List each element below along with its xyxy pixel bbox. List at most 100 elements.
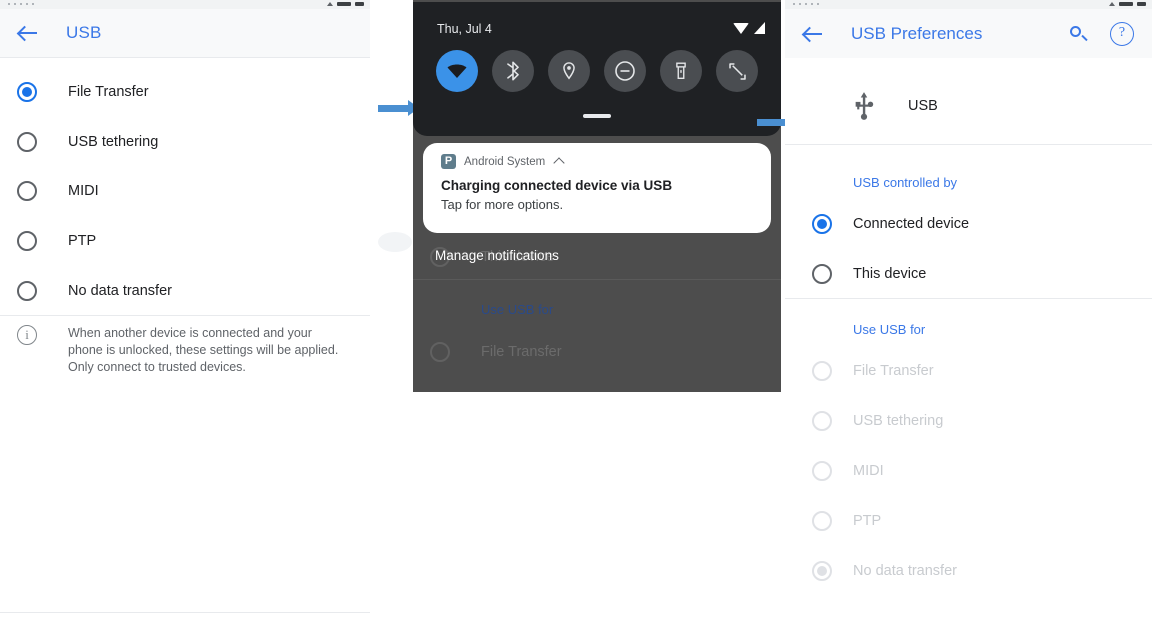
arrow-shaft — [757, 118, 787, 126]
signal-triangle-icon — [327, 2, 333, 6]
usb-device-label: USB — [908, 98, 938, 114]
battery-icon — [337, 2, 351, 6]
radio-button[interactable] — [812, 264, 832, 284]
quick-settings-tiles — [413, 50, 781, 92]
radio-button[interactable] — [17, 231, 37, 251]
usb-icon — [855, 92, 874, 120]
bluetooth-icon — [507, 61, 519, 81]
row-usb-tethering: USB tethering — [785, 396, 1152, 446]
arrow-shaft — [378, 104, 408, 112]
radio-button — [812, 511, 832, 531]
chevron-up-icon[interactable] — [553, 157, 565, 169]
flashlight-tile[interactable] — [660, 50, 702, 92]
page-title: USB Preferences — [851, 23, 983, 43]
row-ptp: PTP — [785, 496, 1152, 546]
wifi-icon — [1137, 2, 1146, 6]
back-arrow-icon[interactable] — [16, 21, 40, 45]
radio-button[interactable] — [17, 281, 37, 301]
radio-button — [430, 342, 450, 362]
divider — [0, 612, 370, 613]
row-no-data-transfer: No data transfer — [785, 546, 1152, 596]
radio-button — [812, 361, 832, 381]
radio-button[interactable] — [812, 214, 832, 234]
row-connected-device[interactable]: Connected device — [785, 199, 1152, 249]
dimmed-row-file-transfer: File Transfer — [413, 327, 781, 377]
dnd-tile[interactable] — [604, 50, 646, 92]
quick-settings-shade: Thu, Jul 4 — [413, 2, 781, 136]
autorotate-tile[interactable] — [716, 50, 758, 92]
radio-row-midi[interactable]: MIDI — [0, 166, 370, 216]
radio-button[interactable] — [17, 181, 37, 201]
panel-usb-settings: USB File Transfer USB tethering MIDI PTP… — [0, 0, 370, 627]
cellular-signal-icon — [754, 22, 765, 34]
notification-title: Charging connected device via USB — [441, 178, 673, 193]
flashlight-icon — [676, 62, 686, 80]
radio-label: PTP — [68, 233, 97, 249]
location-pin-icon — [563, 62, 575, 80]
radio-label: This device — [853, 266, 927, 282]
back-arrow-icon[interactable] — [801, 22, 825, 46]
manage-notifications-button[interactable]: Manage notifications — [435, 248, 559, 263]
radio-label: File Transfer — [68, 84, 149, 100]
radio-row-usb-tethering[interactable]: USB tethering — [0, 117, 370, 167]
info-icon: i — [17, 325, 37, 345]
divider — [785, 144, 1152, 145]
wifi-icon — [733, 22, 749, 34]
section-heading-use-usb-for: Use USB for — [853, 322, 926, 337]
bluetooth-tile[interactable] — [492, 50, 534, 92]
shade-drag-handle[interactable] — [583, 114, 611, 118]
divider — [0, 315, 370, 316]
notification-app-name: Android System — [464, 155, 546, 168]
section-heading-usb-controlled-by: USB controlled by — [853, 175, 958, 190]
radio-label: PTP — [853, 513, 882, 529]
location-tile[interactable] — [548, 50, 590, 92]
page-title: USB — [66, 23, 102, 42]
search-icon[interactable] — [1066, 22, 1090, 46]
signal-triangle-icon — [1109, 2, 1115, 6]
panel-notification-shade: This device Use USB for File Transfer Th… — [413, 0, 781, 392]
radio-label: File Transfer — [853, 363, 934, 379]
status-bar-date: Thu, Jul 4 — [437, 22, 492, 36]
do-not-disturb-icon — [615, 61, 635, 81]
panel-usb-preferences: USB Preferences ? USB USB controlled by … — [785, 0, 1152, 627]
radio-button — [812, 411, 832, 431]
help-icon[interactable]: ? — [1110, 21, 1134, 46]
notification-card[interactable]: P Android System Charging connected devi… — [423, 143, 771, 233]
radio-label: MIDI — [68, 183, 99, 199]
wifi-icon — [355, 2, 364, 6]
status-bar-right-icons — [327, 2, 364, 6]
app-bar: USB — [0, 9, 370, 58]
radio-button[interactable] — [17, 82, 37, 102]
wifi-tile[interactable] — [436, 50, 478, 92]
divider — [785, 298, 1152, 299]
radio-row-no-data-transfer[interactable]: No data transfer — [0, 266, 370, 316]
watermark-blob — [378, 232, 412, 252]
divider — [413, 279, 781, 280]
notification-header: P Android System — [441, 154, 565, 169]
radio-button — [812, 561, 832, 581]
wifi-icon — [447, 64, 467, 78]
radio-label: No data transfer — [853, 563, 957, 579]
radio-label: File Transfer — [481, 344, 562, 360]
radio-label: No data transfer — [68, 283, 172, 299]
radio-button[interactable] — [17, 132, 37, 152]
app-bar: USB Preferences ? — [785, 9, 1152, 58]
radio-button — [812, 461, 832, 481]
radio-row-ptp[interactable]: PTP — [0, 216, 370, 266]
battery-icon — [1119, 2, 1133, 6]
radio-label: MIDI — [853, 463, 884, 479]
info-note-text: When another device is connected and you… — [68, 326, 339, 374]
row-file-transfer: File Transfer — [785, 346, 1152, 396]
status-bar — [785, 0, 1152, 9]
auto-rotate-icon — [728, 62, 746, 80]
radio-row-file-transfer[interactable]: File Transfer — [0, 67, 370, 117]
radio-label: USB tethering — [853, 413, 944, 429]
row-this-device[interactable]: This device — [785, 249, 1152, 299]
radio-label: USB tethering — [68, 134, 159, 150]
usb-device-row: USB — [785, 72, 1152, 140]
radio-label: Connected device — [853, 216, 970, 232]
notification-subtitle: Tap for more options. — [441, 197, 564, 212]
android-system-icon: P — [441, 154, 456, 169]
info-note: i When another device is connected and y… — [0, 325, 370, 376]
status-bar-left-icons — [8, 3, 34, 5]
